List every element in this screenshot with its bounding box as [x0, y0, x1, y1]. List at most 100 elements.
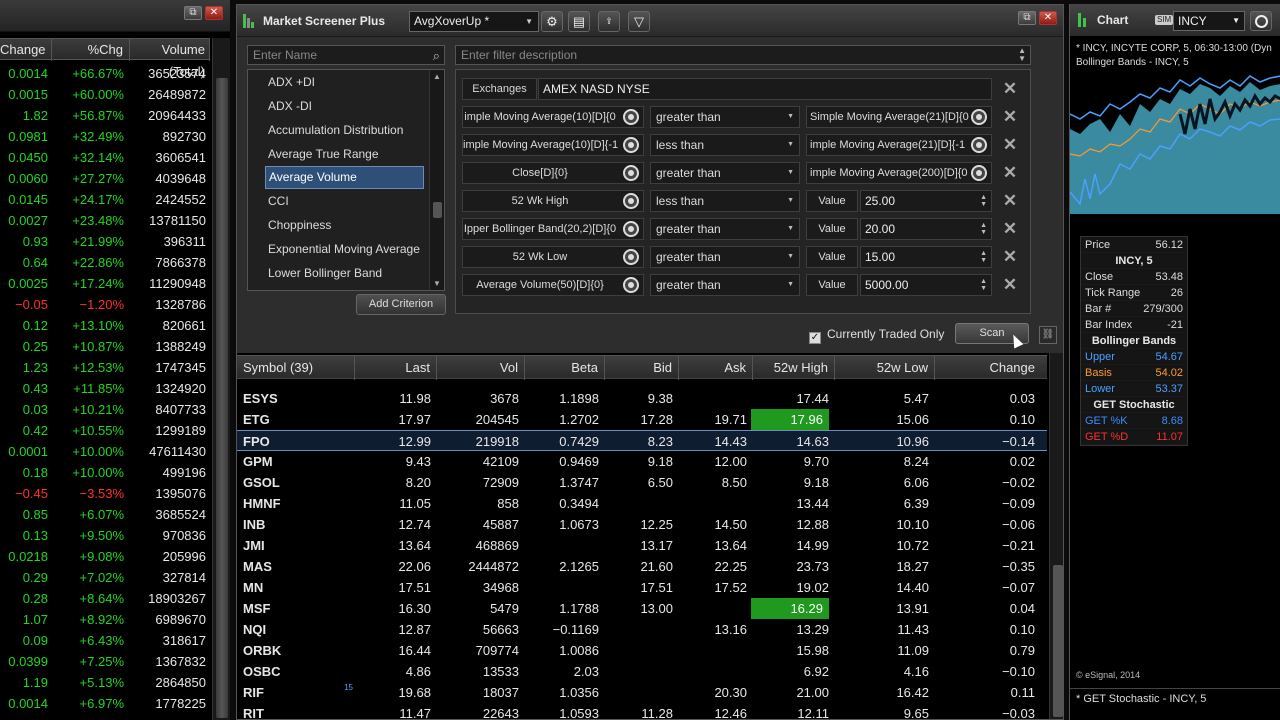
table-row[interactable]: GPM 9.43 42109 0.9469 9.18 12.00 9.70 8.24 0.02: [237, 451, 1047, 472]
criterion-operator-dropdown[interactable]: less than ▼: [650, 190, 800, 212]
columns-icon[interactable]: ▤: [568, 11, 590, 32]
close-icon[interactable]: ✕: [1039, 11, 1057, 25]
gear-icon[interactable]: [971, 109, 987, 125]
table-row[interactable]: MN 17.51 34968 17.51 17.52 19.02 14.40 −0.07: [237, 577, 1047, 598]
criterion-value-input[interactable]: 15.00 ▲ ▼: [860, 246, 992, 268]
quote-row[interactable]: 0.0981 +32.49% 892730: [0, 126, 210, 147]
table-row[interactable]: MSF 16.30 5479 1.1788 13.00 16.29 13.91 0.04: [237, 598, 1047, 619]
quote-row[interactable]: 0.0025 +17.24% 11290948: [0, 273, 210, 294]
symbol-cell[interactable]: NQI: [243, 619, 343, 640]
preset-dropdown[interactable]: AvgXoverUp * ▼: [409, 11, 539, 32]
quote-row[interactable]: 0.0014 +6.97% 1778225: [0, 693, 210, 714]
symbol-cell[interactable]: ETG: [243, 409, 343, 430]
table-row[interactable]: RIF 15 19.68 18037 1.0356 20.30 21.00 16.42 0.11: [237, 682, 1047, 703]
symbol-cell[interactable]: GSOL: [243, 472, 343, 493]
filter-icon[interactable]: ▽: [628, 11, 650, 32]
exchanges-value[interactable]: AMEX NASD NYSE: [538, 78, 992, 100]
quote-row[interactable]: 0.0399 +7.25% 1367832: [0, 651, 210, 672]
column-header-volume[interactable]: Volume (Total): [130, 39, 210, 79]
column-header-bid[interactable]: Bid: [605, 356, 679, 380]
criterion-operator-dropdown[interactable]: greater than ▼: [650, 246, 800, 268]
indicator-search-input[interactable]: Enter Name ⌕: [247, 45, 445, 65]
quote-board-scrollbar[interactable]: [212, 38, 230, 720]
quote-row[interactable]: 0.0060 +27.27% 4039648: [0, 168, 210, 189]
indicator-list-item[interactable]: ADX +DI: [248, 70, 444, 94]
indicator-list-item[interactable]: Accumulation Distribution: [248, 118, 444, 142]
quote-row[interactable]: 0.93 +21.99% 396311: [0, 231, 210, 252]
column-header-change[interactable]: Change: [935, 356, 1047, 380]
table-row[interactable]: NQI 12.87 56663 −0.1169 13.16 13.29 11.43 0.10: [237, 619, 1047, 640]
scrollbar-thumb[interactable]: [1053, 565, 1063, 717]
table-row[interactable]: JMI 13.64 468869 13.17 13.64 14.99 10.72 −0.21: [237, 535, 1047, 556]
settings-gear-icon[interactable]: ⚙: [541, 11, 563, 32]
quote-row[interactable]: 0.12 +13.10% 820661: [0, 315, 210, 336]
table-row[interactable]: MAS 22.06 2444872 2.1265 21.60 22.25 23.73 18.2…: [237, 556, 1047, 577]
indicator-list-item[interactable]: Average True Range: [248, 142, 444, 166]
quote-row[interactable]: 0.43 +11.85% 1324920: [0, 378, 210, 399]
restore-icon[interactable]: ⧉: [184, 6, 202, 20]
remove-criterion-icon[interactable]: ✕: [1000, 219, 1020, 239]
spinner-icon[interactable]: ▲ ▼: [980, 194, 987, 208]
column-header-last[interactable]: Last: [355, 356, 437, 380]
quote-row[interactable]: 0.0014 +66.67% 36523574: [0, 63, 210, 84]
add-criterion-button[interactable]: Add Criterion: [356, 294, 446, 315]
search-icon[interactable]: ⌕: [433, 47, 440, 65]
gear-icon[interactable]: [623, 221, 639, 237]
column-header-52w-high[interactable]: 52w High: [753, 356, 835, 380]
symbol-cell[interactable]: HMNF: [243, 493, 343, 514]
quote-row[interactable]: 0.03 +10.21% 8407733: [0, 399, 210, 420]
chart-symbol-dropdown[interactable]: INCY ▼: [1173, 11, 1245, 31]
table-row[interactable]: HMNF 11.05 858 0.3494 13.44 6.39 −0.09: [237, 493, 1047, 514]
symbol-cell[interactable]: MSF: [243, 598, 343, 619]
criterion-left-operand[interactable]: Ipper Bollinger Band(20,2)[D]{0: [462, 218, 644, 240]
table-row[interactable]: RIT 11.47 22643 1.0593 11.28 12.46 12.11 9.65 −0…: [237, 703, 1047, 719]
table-row[interactable]: FPO 12.99 219918 0.7429 8.23 14.43 14.63 10.96 −…: [237, 430, 1047, 451]
spinner-icon[interactable]: ▲ ▼: [980, 250, 987, 264]
column-header-change[interactable]: Change: [0, 39, 52, 61]
table-row[interactable]: ESYS 11.98 3678 1.1898 9.38 17.44 5.47 0.03: [237, 388, 1047, 409]
criterion-left-operand[interactable]: imple Moving Average(10)[D]{0: [462, 106, 644, 128]
criterion-right-operand[interactable]: imple Moving Average(200)[D]{0: [806, 162, 992, 184]
criterion-left-operand[interactable]: Close[D]{0}: [462, 162, 644, 184]
symbol-cell[interactable]: RIT: [243, 703, 343, 719]
criterion-value-input[interactable]: 25.00 ▲ ▼: [860, 190, 992, 212]
scroll-up-icon[interactable]: ▲: [433, 72, 441, 81]
indicator-list-item[interactable]: Average Volume: [265, 166, 424, 189]
symbol-cell[interactable]: MAS: [243, 556, 343, 577]
column-header-vol[interactable]: Vol: [437, 356, 525, 380]
quote-row[interactable]: 1.19 +5.13% 2864850: [0, 672, 210, 693]
table-row[interactable]: GSOL 8.20 72909 1.3747 6.50 8.50 9.18 6.06 −0.02: [237, 472, 1047, 493]
criterion-left-operand[interactable]: Average Volume(50)[D]{0}: [462, 274, 644, 296]
gear-icon[interactable]: [623, 249, 639, 265]
criterion-value-input[interactable]: 5000.00 ▲ ▼: [860, 274, 992, 296]
column-header-symbol[interactable]: Symbol (39): [237, 356, 355, 380]
criterion-operator-dropdown[interactable]: greater than ▼: [650, 218, 800, 240]
criterion-operator-dropdown[interactable]: greater than ▼: [650, 274, 800, 296]
column-header-52w-low[interactable]: 52w Low: [835, 356, 935, 380]
gear-icon[interactable]: [623, 137, 639, 153]
criterion-value-label[interactable]: Value: [806, 274, 858, 296]
remove-criterion-icon[interactable]: ✕: [1000, 107, 1020, 127]
quote-row[interactable]: 0.0218 +9.08% 205996: [0, 546, 210, 567]
column-header-ask[interactable]: Ask: [679, 356, 753, 380]
criterion-operator-dropdown[interactable]: greater than ▼: [650, 162, 800, 184]
quote-row[interactable]: 0.64 +22.86% 7866378: [0, 252, 210, 273]
checkmark-icon[interactable]: ✓: [809, 332, 821, 344]
spinner-icon[interactable]: ▲ ▼: [980, 278, 987, 292]
scrollbar-thumb[interactable]: [216, 78, 228, 718]
remove-criterion-icon[interactable]: ✕: [1000, 163, 1020, 183]
column-header-pct-change[interactable]: %Chg: [52, 39, 130, 61]
symbol-cell[interactable]: JMI: [243, 535, 343, 556]
remove-criterion-icon[interactable]: ✕: [1000, 275, 1020, 295]
quote-row[interactable]: 1.82 +56.87% 20964433: [0, 105, 210, 126]
restore-icon[interactable]: ⧉: [1018, 11, 1036, 25]
symbol-cell[interactable]: FPO: [243, 431, 343, 452]
quote-row[interactable]: 0.85 +6.07% 3685524: [0, 504, 210, 525]
link-icon[interactable]: ⛓: [1039, 326, 1057, 344]
filter-description-input[interactable]: Enter filter description ▲ ▼: [455, 45, 1031, 65]
table-row[interactable]: ETG 17.97 204545 1.2702 17.28 19.71 17.96 15.06…: [237, 409, 1047, 430]
exchanges-label[interactable]: Exchanges: [462, 78, 537, 100]
criterion-value-input[interactable]: 20.00 ▲ ▼: [860, 218, 992, 240]
column-header-beta[interactable]: Beta: [525, 356, 605, 380]
quote-row[interactable]: 0.28 +8.64% 18903267: [0, 588, 210, 609]
